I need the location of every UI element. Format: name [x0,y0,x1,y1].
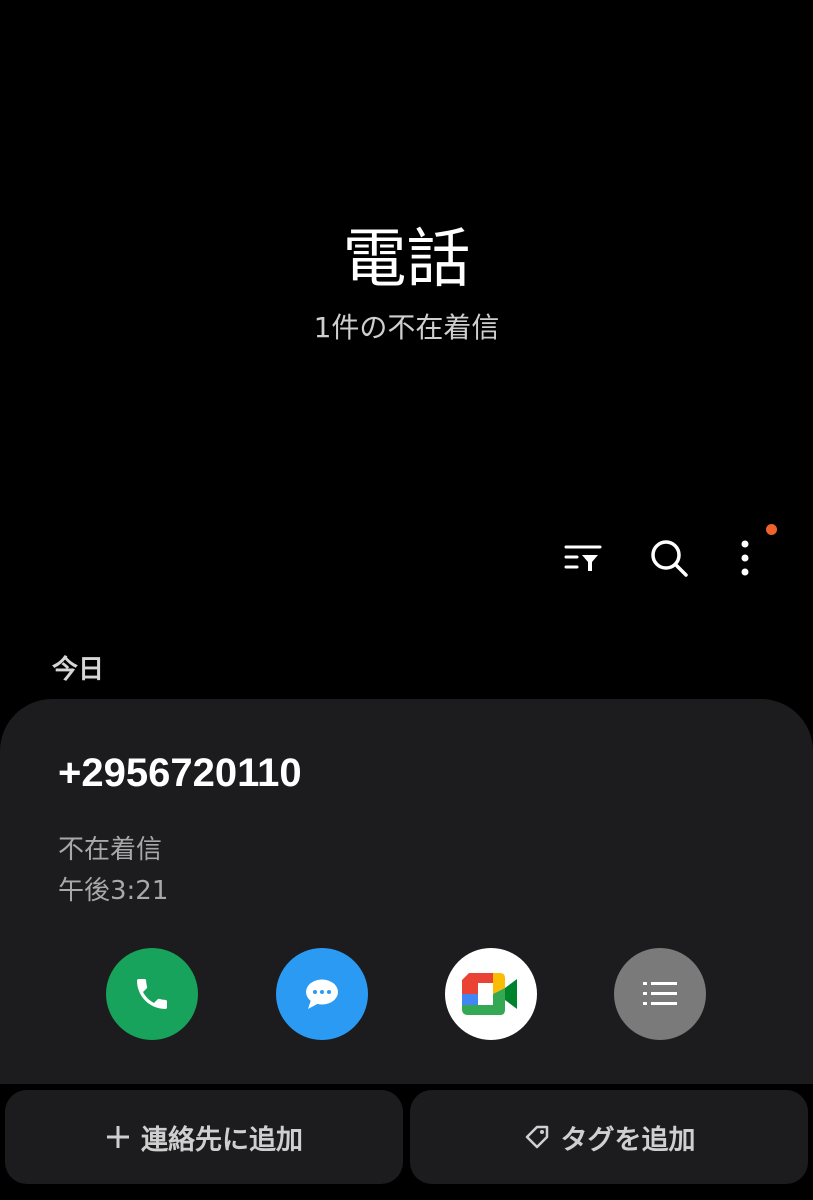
section-header-today: 今日 [52,655,105,685]
call-log-entry[interactable]: +2956720110 不在着信 午後3:21 [0,699,813,1084]
call-type: 不在着信 [58,835,163,865]
search-icon [651,540,688,577]
more-options-button[interactable] [715,528,775,588]
filter-icon [564,545,602,571]
search-button[interactable] [639,528,699,588]
caller-number: +2956720110 [58,751,302,795]
video-call-button[interactable] [445,948,537,1040]
tag-icon [523,1123,551,1151]
add-contact-button[interactable]: 連絡先に追加 [5,1090,403,1184]
toolbar [0,528,813,588]
add-tag-label: タグを追加 [560,1124,696,1156]
phone-app-screen: 電話 1件の不在着信 今日 +2956720110 不在着信 午後3:21 連絡… [0,0,813,1200]
more-options-icon [741,540,749,576]
call-time: 午後3:21 [58,876,169,906]
details-icon [643,982,677,1005]
page-title: 電話 [342,223,471,297]
phone-icon [137,979,167,1009]
call-button[interactable] [106,948,198,1040]
add-tag-button[interactable]: タグを追加 [410,1090,808,1184]
google-meet-icon [462,973,517,1015]
details-button[interactable] [614,948,706,1040]
message-icon [306,979,338,1009]
plus-icon [105,1124,131,1150]
message-button[interactable] [276,948,368,1040]
add-contact-label: 連絡先に追加 [141,1124,303,1156]
missed-calls-summary: 1件の不在着信 [313,311,500,344]
notification-dot [766,524,777,535]
filter-button[interactable] [553,528,613,588]
